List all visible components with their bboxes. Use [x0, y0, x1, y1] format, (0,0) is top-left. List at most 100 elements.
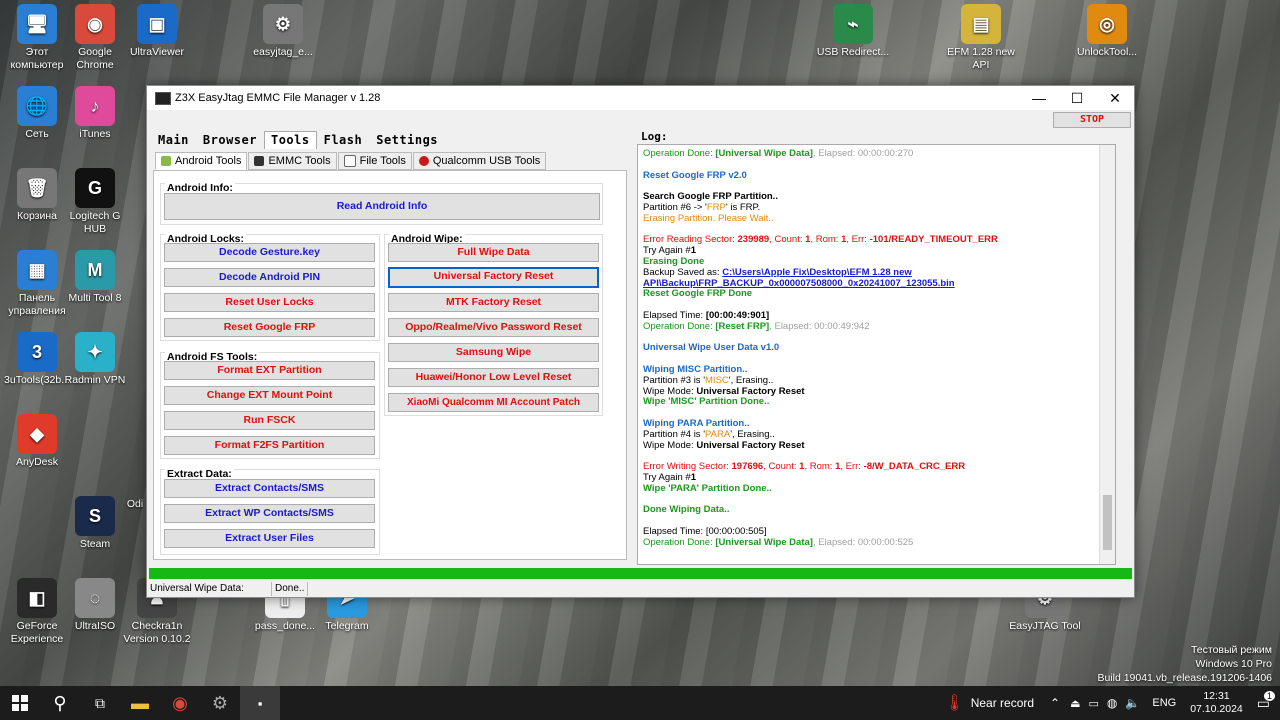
main-tabs: Main Browser Tools Flash Settings: [151, 131, 445, 149]
maximize-button[interactable]: ☐: [1058, 90, 1096, 107]
desktop-icon[interactable]: ▣ UltraViewer: [120, 4, 194, 59]
run-fsck-button[interactable]: Run FSCK: [164, 411, 375, 430]
log-text: Universal Factory Reset: [696, 439, 805, 451]
log-text: Universal Factory Reset: [696, 385, 805, 397]
extract-wp-contacts-button[interactable]: Extract WP Contacts/SMS: [164, 504, 375, 523]
tab-flash[interactable]: Flash: [317, 131, 370, 149]
desktop-icon-label: Checkra1n Version 0.10.2: [123, 620, 191, 645]
xiaomi-mi-account-patch-button[interactable]: XiaoMi Qualcomm MI Account Patch: [388, 393, 599, 412]
status-operation: Universal Wipe Data:: [147, 582, 272, 596]
log-line: Operation Done: [Universal Wipe Data], E…: [643, 148, 1110, 160]
reset-user-locks-button[interactable]: Reset User Locks: [164, 293, 375, 312]
extract-contacts-button[interactable]: Extract Contacts/SMS: [164, 479, 375, 498]
log-line: Done Wiping Data..: [643, 504, 730, 516]
desktop-icon[interactable]: S Steam: [58, 496, 132, 551]
volume-icon[interactable]: 🔈: [1125, 696, 1140, 710]
log-text: , Rom:: [804, 461, 836, 473]
tab-browser[interactable]: Browser: [196, 131, 264, 149]
log-line: Reset Google FRP Done: [643, 288, 753, 300]
android-wipe-group: Android Wipe: Full Wipe Data Universal F…: [384, 233, 603, 416]
oppo-password-reset-button[interactable]: Oppo/Realme/Vivo Password Reset: [388, 318, 599, 337]
qualcomm-icon: [418, 156, 429, 166]
log-text: [00:00:00:505]: [705, 525, 767, 537]
desktop-icon-label: Steam: [79, 538, 111, 550]
huawei-low-level-reset-button[interactable]: Huawei/Honor Low Level Reset: [388, 368, 599, 387]
scrollbar-thumb[interactable]: [1103, 495, 1112, 550]
log-text: , Err:: [840, 461, 864, 473]
taskbar-explorer[interactable]: ▬: [120, 686, 160, 720]
mtk-factory-reset-button[interactable]: MTK Factory Reset: [388, 293, 599, 312]
watermark-line-3: Build 19041.vb_release.191206-1406: [1097, 672, 1272, 684]
log-text: Wipe Mode:: [643, 439, 697, 451]
stop-button[interactable]: STOP: [1053, 112, 1131, 128]
language-indicator[interactable]: ENG: [1152, 697, 1176, 709]
search-button[interactable]: ⚲: [40, 686, 80, 720]
log-text: Partition #6 -> ': [643, 201, 707, 213]
desktop-app-icon: 3: [17, 332, 57, 372]
log-line: Operation Done: [Reset FRP], Elapsed: 00…: [643, 321, 1110, 333]
samsung-wipe-button[interactable]: Samsung Wipe: [388, 343, 599, 362]
extract-user-files-button[interactable]: Extract User Files: [164, 529, 375, 548]
log-text: 239989: [737, 234, 770, 246]
change-ext-mount-button[interactable]: Change EXT Mount Point: [164, 386, 375, 405]
tab-label: File Tools: [359, 155, 406, 167]
taskbar-easyjtag[interactable]: ⚙: [200, 686, 240, 720]
taskbar-chrome[interactable]: ◉: [160, 686, 200, 720]
desktop-icon[interactable]: ▤ EFM 1.28 new API: [944, 4, 1018, 72]
desktop-icon[interactable]: ⚙ easyjtag_e...: [246, 4, 320, 59]
task-view-icon: ⧉: [95, 694, 105, 711]
desktop-icon[interactable]: G Logitech G HUB: [58, 168, 132, 236]
weather-text[interactable]: Near record: [971, 696, 1034, 710]
log-text: , Elapsed: 00:00:00:525: [812, 536, 914, 548]
desktop-icon[interactable]: ✦ Radmin VPN: [58, 332, 132, 387]
backup-path-link[interactable]: C:\Users\Apple Fix\Desktop\EFM 1.28 new: [722, 267, 912, 278]
desktop-app-icon: ▣: [137, 4, 177, 44]
network-icon[interactable]: ◍: [1107, 696, 1117, 710]
close-button[interactable]: ✕: [1096, 90, 1134, 107]
format-ext-button[interactable]: Format EXT Partition: [164, 361, 375, 380]
tab-android-tools[interactable]: Android Tools: [155, 152, 248, 170]
log-line: Wipe Mode: Universal Factory Reset: [643, 439, 1110, 452]
desktop-icon-label: Radmin VPN: [64, 374, 126, 386]
log-scrollbar[interactable]: [1099, 145, 1115, 564]
full-wipe-data-button[interactable]: Full Wipe Data: [388, 243, 599, 262]
title-bar[interactable]: Z3X EasyJtag EMMC File Manager v 1.28 — …: [147, 86, 1134, 110]
read-android-info-button[interactable]: Read Android Info: [164, 193, 600, 220]
log-panel[interactable]: Operation Done: [Universal Wipe Data], E…: [637, 144, 1116, 565]
progress-bar: [149, 568, 1132, 579]
android-locks-group: Android Locks: Decode Gesture.key Decode…: [160, 233, 380, 341]
desktop-app-icon: ⚙: [263, 4, 303, 44]
watermark-line-2: Windows 10 Pro: [1195, 658, 1272, 670]
desktop-icon[interactable]: ♪ iTunes: [58, 86, 132, 141]
android-tools-panel: Android Info: Read Android Info Android …: [153, 170, 627, 560]
minimize-button[interactable]: —: [1020, 90, 1058, 106]
clock[interactable]: 12:31 07.10.2024: [1190, 690, 1243, 716]
desktop-app-icon: ◆: [17, 414, 57, 454]
notification-button[interactable]: ▭ 1: [1257, 690, 1275, 712]
desktop-icon[interactable]: ◆ AnyDesk: [0, 414, 74, 469]
format-f2fs-button[interactable]: Format F2FS Partition: [164, 436, 375, 455]
tab-qualcomm-usb-tools[interactable]: Qualcomm USB Tools: [412, 152, 547, 170]
desktop-icon[interactable]: M Multi Tool 8: [58, 250, 132, 305]
tab-tools[interactable]: Tools: [263, 131, 317, 149]
window-title: Z3X EasyJtag EMMC File Manager v 1.28: [175, 92, 381, 104]
chevron-up-icon[interactable]: ⌃: [1050, 696, 1060, 710]
taskbar-efm[interactable]: ▪: [240, 686, 280, 720]
desktop-app-icon: 🗑: [17, 168, 57, 208]
decode-gesture-button[interactable]: Decode Gesture.key: [164, 243, 375, 262]
tab-emmc-tools[interactable]: EMMC Tools: [248, 152, 337, 170]
desktop-icon[interactable]: ◎ UnlockTool...: [1070, 4, 1144, 59]
decode-pin-button[interactable]: Decode Android PIN: [164, 268, 375, 287]
chip-icon: [254, 156, 265, 166]
universal-factory-reset-button[interactable]: Universal Factory Reset: [388, 267, 599, 288]
tab-main[interactable]: Main: [151, 131, 196, 149]
usb-icon: ⏏: [1070, 697, 1081, 710]
start-button[interactable]: [0, 686, 40, 720]
log-text: Operation Done:: [643, 536, 716, 548]
task-view-button[interactable]: ⧉: [80, 686, 120, 720]
reset-google-frp-button[interactable]: Reset Google FRP: [164, 318, 375, 337]
tab-file-tools[interactable]: File Tools: [337, 152, 412, 170]
desktop-icon-label: EFM 1.28 new API: [947, 46, 1015, 71]
tab-settings[interactable]: Settings: [369, 131, 445, 149]
desktop-icon[interactable]: ⌁ USB Redirect...: [816, 4, 890, 59]
